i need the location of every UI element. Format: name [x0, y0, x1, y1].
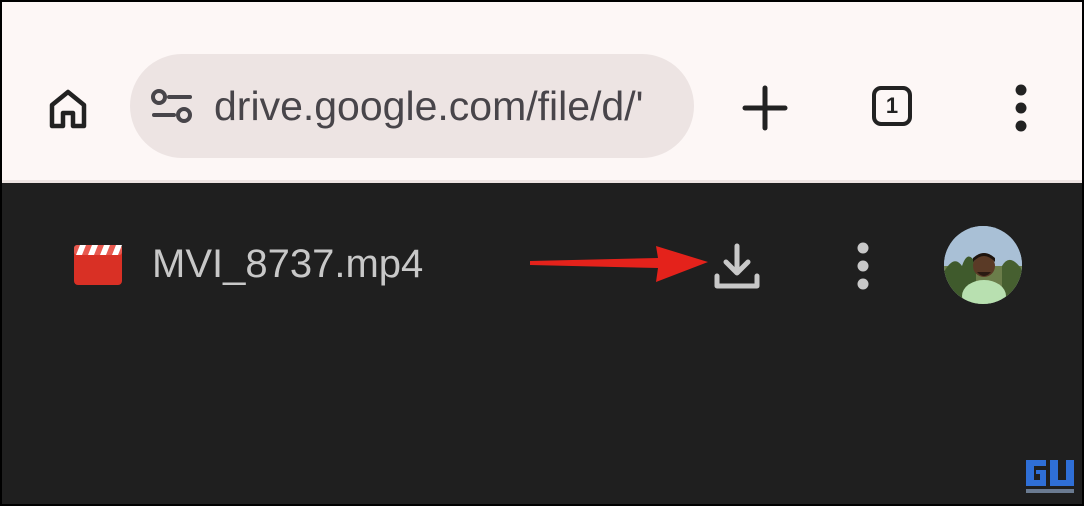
- home-icon: [49, 89, 87, 129]
- home-button[interactable]: [40, 80, 96, 136]
- download-button[interactable]: [710, 240, 764, 294]
- avatar-image: [944, 226, 1022, 304]
- tab-switcher-button[interactable]: 1: [872, 86, 912, 126]
- download-icon: [714, 243, 760, 289]
- browser-toolbar: drive.google.com/file/d/' 1: [2, 2, 1082, 183]
- tune-icon[interactable]: [150, 88, 194, 124]
- watermark-logo: [1026, 460, 1074, 493]
- file-name: MVI_8737.mp4: [152, 242, 424, 286]
- video-file-icon: [74, 245, 122, 285]
- url-text[interactable]: drive.google.com/file/d/': [214, 80, 684, 132]
- more-vert-icon: [857, 242, 869, 290]
- address-bar[interactable]: drive.google.com/file/d/': [130, 54, 694, 158]
- tab-count: 1: [885, 93, 899, 118]
- new-tab-button[interactable]: [739, 82, 791, 134]
- plus-icon: [742, 85, 788, 131]
- avatar[interactable]: [944, 226, 1022, 304]
- file-more-button[interactable]: [848, 240, 878, 292]
- more-vert-icon: [1015, 84, 1027, 132]
- browser-menu-button[interactable]: [1006, 82, 1036, 134]
- annotation-arrow: [530, 246, 708, 282]
- screenshot-frame: drive.google.com/file/d/' 1 MVI_8737.mp4: [0, 0, 1084, 506]
